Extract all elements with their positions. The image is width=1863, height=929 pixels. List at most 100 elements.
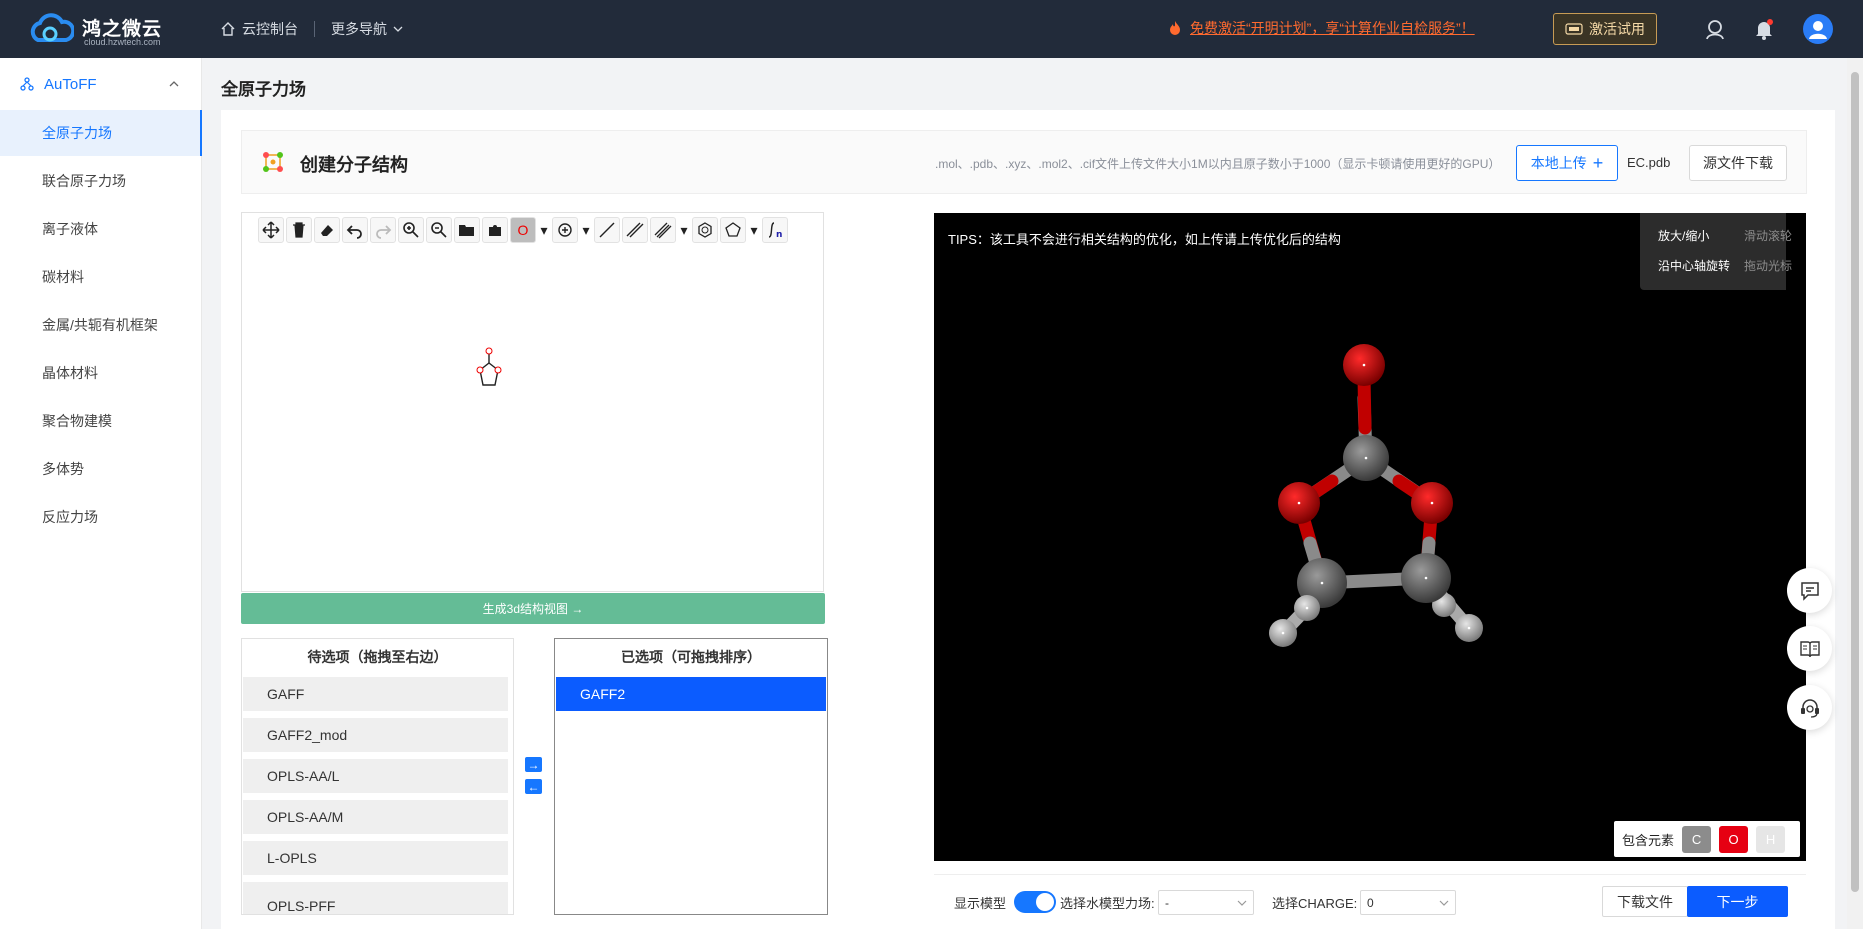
move-left-arrow-icon[interactable]: ← [525, 779, 542, 794]
molecule-3d-render[interactable] [934, 213, 1806, 861]
next-step-button[interactable]: 下一步 [1687, 886, 1788, 917]
triple-bond-icon[interactable] [650, 217, 676, 243]
sidebar-item-polymer[interactable]: 聚合物建模 [0, 398, 202, 444]
sidebar-module-label: AuToFF [44, 75, 97, 93]
local-upload-button[interactable]: 本地上传 + [1516, 145, 1618, 181]
sidebar-item-crystal[interactable]: 晶体材料 [0, 350, 202, 396]
docs-button[interactable] [1787, 626, 1832, 671]
charge-select[interactable]: 0 [1360, 890, 1456, 915]
activate-label: 激活试用 [1589, 21, 1645, 37]
element-chip-h: H [1756, 825, 1786, 853]
free-badge-icon [1565, 23, 1583, 35]
zoom-in-icon[interactable] [398, 217, 424, 243]
chevron-up-icon[interactable] [168, 78, 180, 90]
sidebar-item-many-body[interactable]: 多体势 [0, 446, 202, 492]
sidebar: AuToFF 全原子力场 联合原子力场 离子液体 碳材料 金属/共轭有机框架 晶… [0, 58, 202, 929]
sidebar-item-united-atom[interactable]: 联合原子力场 [0, 158, 202, 204]
more-nav-dropdown[interactable]: 更多导航 [331, 19, 387, 39]
list-item[interactable]: OPLS-AA/L [243, 759, 508, 793]
show-model-toggle[interactable] [1014, 891, 1056, 913]
molecule-3d-viewer[interactable]: TIPS：该工具不会进行相关结构的优化，如上传请上传优化后的结构 放大/缩小 滑… [934, 213, 1806, 861]
single-bond-icon[interactable] [594, 217, 620, 243]
customer-service-button[interactable] [1787, 685, 1832, 730]
scrollbar-thumb[interactable] [1851, 72, 1859, 892]
sidebar-module-header[interactable]: AuToFF [0, 58, 202, 110]
nav-divider [314, 21, 315, 37]
top-nav: 云控制台 更多导航 [220, 0, 403, 58]
zoom-out-icon[interactable] [426, 217, 452, 243]
double-bond-icon[interactable] [622, 217, 648, 243]
charge-label: 选择CHARGE: [1272, 896, 1358, 911]
water-model-value: - [1165, 895, 1169, 910]
available-forcefield-list: 待选项（拖拽至右边） GAFF GAFF2_mod OPLS-AA/L OPLS… [241, 638, 514, 915]
redo-icon[interactable] [370, 217, 396, 243]
activate-trial-button[interactable]: 激活试用 [1553, 13, 1657, 45]
download-file-button[interactable]: 下载文件 [1602, 886, 1688, 917]
list-item[interactable]: GAFF [243, 677, 508, 711]
atom-dropdown-icon[interactable]: ▾ [538, 217, 550, 243]
molecule-2d-drawing[interactable] [464, 341, 514, 399]
create-structure-bar: 创建分子结构 .mol、.pdb、.xyz、.mol2、.cif文件上传文件大小… [241, 130, 1807, 194]
template-puzzle-icon[interactable] [482, 217, 508, 243]
promo-text[interactable]: 免费激活“开明计划”，享“计算作业自检服务”！ [1190, 18, 1475, 38]
trash-icon[interactable] [286, 217, 312, 243]
ring-dropdown-icon[interactable]: ▾ [748, 217, 760, 243]
plus-icon: + [1592, 153, 1604, 173]
headset-icon [1800, 698, 1819, 718]
bond-dropdown-icon[interactable]: ▾ [678, 217, 690, 243]
chat-icon [1800, 581, 1819, 601]
elements-label: 包含元素 [1622, 832, 1675, 848]
pentagon-ring-icon[interactable] [720, 217, 746, 243]
charge-plus-icon[interactable] [552, 217, 578, 243]
water-model-select[interactable]: - [1158, 890, 1254, 915]
sgroup-icon[interactable]: n [762, 217, 788, 243]
charge-dropdown-icon[interactable]: ▾ [580, 217, 592, 243]
top-bar: 鸿之微云 cloud.hzwtech.com 云控制台 更多导航 免费激活“开明… [0, 0, 1863, 58]
structure-editor[interactable]: O ▾ ▾ ▾ ▾ n [241, 212, 824, 592]
uploaded-file-name: EC.pdb [1627, 155, 1671, 170]
sidebar-item-ionic-liquid[interactable]: 离子液体 [0, 206, 202, 252]
page-scrollbar[interactable] [1847, 58, 1863, 929]
bottom-action-bar: 显示模型 选择水模型力场: - 选择CHARGE: 0 下载文件 下一步 [934, 874, 1806, 929]
user-icon [1809, 21, 1827, 39]
list-item[interactable]: OPLS-AA/M [243, 800, 508, 834]
list-item[interactable]: OPLS-PFF [243, 882, 508, 914]
sidebar-item-mof[interactable]: 金属/共轭有机框架 [0, 302, 202, 348]
chevron-down-icon[interactable] [393, 24, 403, 34]
feedback-chat-button[interactable] [1787, 568, 1832, 613]
source-download-button[interactable]: 源文件下载 [1689, 145, 1787, 181]
eraser-icon[interactable] [314, 217, 340, 243]
selected-forcefield-list: 已选项（可拖拽排序） GAFF2 [554, 638, 828, 915]
network-icon [20, 77, 34, 91]
selected-item[interactable]: GAFF2 [556, 677, 826, 711]
create-structure-title: 创建分子结构 [300, 155, 408, 175]
generate-3d-button[interactable]: 生成3d结构视图 → [241, 593, 825, 624]
cloud-logo-icon [30, 13, 74, 42]
move-tool-icon[interactable] [258, 217, 284, 243]
selected-list-header: 已选项（可拖拽排序） [621, 649, 761, 665]
sidebar-item-all-atom[interactable]: 全原子力场 [0, 110, 202, 156]
fire-icon [1170, 21, 1180, 35]
element-chip-o: O [1719, 825, 1749, 853]
console-link[interactable]: 云控制台 [242, 19, 298, 39]
benzene-ring-icon[interactable] [692, 217, 718, 243]
user-avatar[interactable] [1803, 14, 1833, 44]
undo-icon[interactable] [342, 217, 368, 243]
sidebar-item-carbon[interactable]: 碳材料 [0, 254, 202, 300]
chevron-down-icon [1237, 900, 1247, 906]
home-icon [221, 22, 235, 36]
list-item[interactable]: GAFF2_mod [243, 718, 508, 752]
promo-link[interactable]: 免费激活“开明计划”，享“计算作业自检服务”！ [1168, 18, 1475, 38]
bell-icon[interactable] [1752, 17, 1776, 41]
move-right-arrow-icon[interactable]: → [525, 757, 542, 772]
local-upload-label: 本地上传 [1530, 155, 1587, 171]
open-folder-icon[interactable] [454, 217, 480, 243]
support-agent-icon[interactable] [1703, 17, 1727, 41]
atom-selector[interactable]: O [510, 217, 536, 243]
sidebar-item-reactive[interactable]: 反应力场 [0, 494, 202, 540]
editor-toolbar: O ▾ ▾ ▾ ▾ n [258, 215, 788, 245]
show-model-label: 显示模型 [954, 896, 1007, 911]
contained-elements: 包含元素 C O H [1614, 821, 1800, 857]
list-item[interactable]: L-OPLS [243, 841, 508, 875]
logo[interactable]: 鸿之微云 cloud.hzwtech.com [28, 10, 178, 48]
